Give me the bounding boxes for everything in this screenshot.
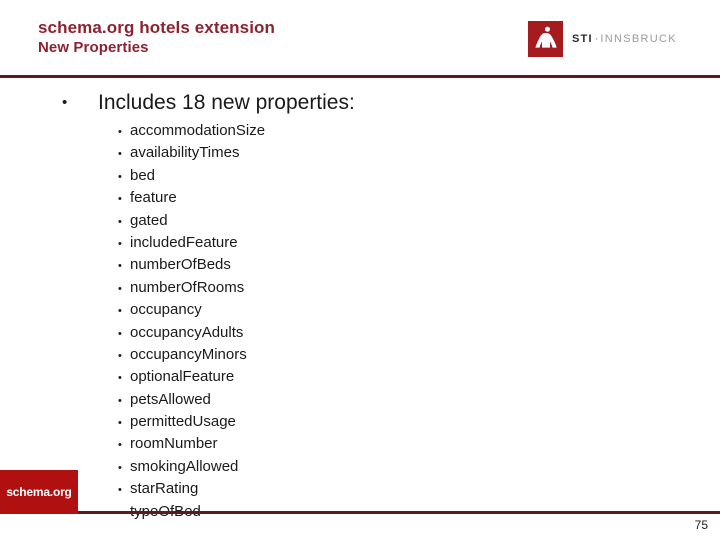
list-item: • occupancyAdults [118,322,265,344]
slide-header: schema.org hotels extension New Properti… [0,0,720,76]
list-item: • availabilityTimes [118,142,265,164]
title-primary: schema.org hotels extension [38,18,275,37]
level2-bullet-marker: • [118,372,122,385]
header-divider [0,75,720,78]
page-number: 75 [694,518,708,532]
level2-bullet-marker: • [118,484,122,497]
list-item: • feature [118,187,265,209]
level2-bullet-marker: • [118,126,122,138]
list-item: • accommodationSize [118,120,265,142]
list-item: • smokingAllowed [118,456,265,478]
level2-bullet-marker: • [118,439,122,452]
level2-bullet-marker: • [118,349,122,362]
sti-person-icon [528,21,563,57]
property-name: includedFeature [130,233,238,251]
level2-bullet-marker: • [118,237,122,250]
list-item: • bed [118,165,265,187]
level1-bullet-marker: • [62,94,68,111]
property-list: • accommodationSize • availabilityTimes … [118,120,265,523]
property-name: occupancy [130,301,202,319]
list-item: • optionalFeature [118,366,265,388]
property-name: permittedUsage [130,413,236,431]
level2-bullet-marker: • [118,193,122,206]
list-item: • roomNumber [118,433,265,455]
list-item: • permittedUsage [118,411,265,433]
property-name: accommodationSize [130,122,266,139]
property-name: numberOfRooms [130,278,245,296]
property-name: bed [130,166,156,184]
list-item: • occupancyMinors [118,344,265,366]
footer-divider [78,511,720,514]
property-name: gated [130,211,168,229]
level1-bullet-row: • Includes 18 new properties: [62,90,355,116]
level2-bullet-marker: • [118,417,122,430]
sti-innsbruck-logo: STI · INNSBRUCK [528,21,677,57]
level2-bullet-marker: • [118,260,122,273]
level2-bullet-marker: • [118,461,122,474]
property-name: availabilityTimes [130,144,240,162]
list-item: • petsAllowed [118,389,265,411]
property-name: occupancyMinors [130,345,247,363]
level2-bullet-marker: • [118,305,122,318]
level2-bullet-marker: • [118,215,122,228]
property-name: roomNumber [130,435,218,453]
logo-text-sti: STI [572,33,593,45]
list-item: • gated [118,210,265,232]
property-name: feature [130,189,177,207]
level2-bullet-marker: • [118,170,122,183]
property-name: petsAllowed [130,390,211,408]
property-name: optionalFeature [130,368,235,386]
list-item: • numberOfRooms [118,277,265,299]
schema-org-label: schema.org [6,485,72,499]
level2-bullet-marker: • [118,148,122,161]
level2-bullet-marker: • [118,327,122,340]
logo-text-innsbruck: INNSBRUCK [600,33,677,45]
list-item: • numberOfBeds [118,254,265,276]
title-secondary: New Properties [38,39,149,56]
level2-bullet-marker: • [118,282,122,295]
page-title: schema.org hotels extension New Properti… [38,17,275,58]
level2-bullet-marker: • [118,394,122,407]
list-item: • starRating [118,478,265,500]
property-name: starRating [130,480,199,498]
property-name: numberOfBeds [130,256,231,274]
logo-separator-dot: · [594,33,599,45]
property-name: occupancyAdults [130,323,244,341]
property-name: smokingAllowed [130,457,239,475]
schema-org-logo: schema.org [0,470,78,514]
list-item: • occupancy [118,299,265,321]
sti-wordmark: STI · INNSBRUCK [572,33,677,45]
level1-bullet-label: Includes 18 new properties: [98,91,355,114]
list-item: • includedFeature [118,232,265,254]
slide: schema.org hotels extension New Properti… [0,0,720,540]
